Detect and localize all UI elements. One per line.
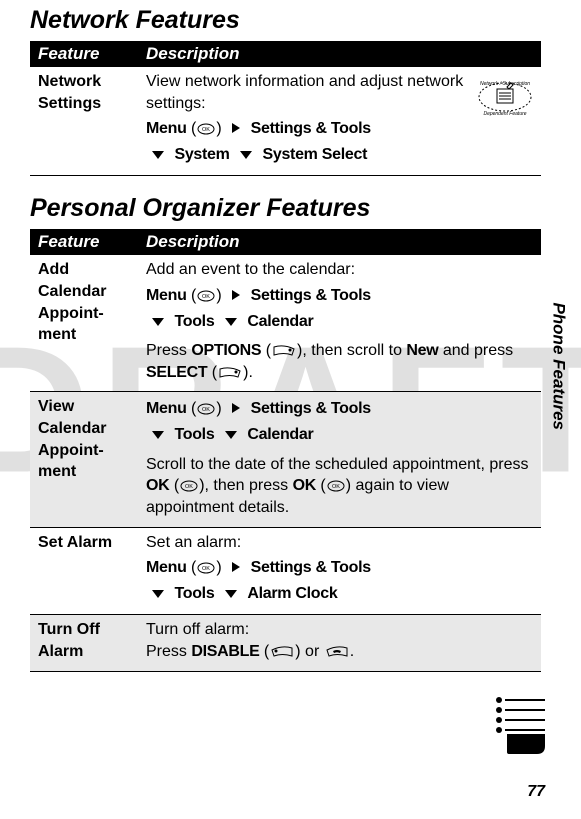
organizer-features-table: Feature Description Add Calendar Appoint…: [30, 229, 541, 671]
arrow-down-icon: [240, 142, 252, 168]
svg-text:OK: OK: [332, 484, 340, 490]
table-row: Network Settings Network / Subscription …: [30, 67, 541, 176]
ok-key-icon: OK: [197, 562, 215, 574]
arrow-down-icon: [225, 309, 237, 335]
feature-description: Menu (OK) Settings & Tools Tools Calenda…: [138, 392, 541, 527]
nav-step: Calendar: [247, 313, 313, 330]
feature-description: Turn off alarm: Press DISABLE () or .: [138, 615, 541, 671]
nav-path: Menu (OK) Settings & Tools Tools Alarm C…: [146, 555, 533, 606]
col-description: Description: [138, 41, 541, 67]
feature-description: Network / Subscription Dependent Feature…: [138, 67, 541, 176]
nav-path: Menu (OK) Settings & Tools System System…: [146, 116, 533, 167]
intro-text: Turn off alarm:: [146, 621, 249, 638]
menu-label: Menu: [146, 287, 187, 304]
menu-label: Menu: [146, 120, 187, 137]
network-features-table: Feature Description Network Settings Net…: [30, 41, 541, 176]
intro-text: View network information and adjust netw…: [146, 73, 463, 112]
nav-path: Menu (OK) Settings & Tools Tools Calenda…: [146, 283, 533, 334]
feature-description: Set an alarm: Menu (OK) Settings & Tools…: [138, 527, 541, 615]
section-title-network: Network Features: [30, 6, 541, 35]
arrow-down-icon: [152, 309, 164, 335]
instruction-text: Scroll to the date of the scheduled appo…: [146, 454, 533, 519]
col-feature: Feature: [30, 229, 138, 255]
svg-text:OK: OK: [185, 484, 193, 490]
feature-name: Network Settings: [30, 67, 138, 176]
menu-label: Menu: [146, 401, 187, 418]
phone-thumb-tab-icon: [487, 690, 547, 759]
page-number: 77: [527, 783, 545, 801]
intro-text: Set an alarm:: [146, 534, 241, 551]
svg-text:Network / Subscription: Network / Subscription: [480, 81, 530, 87]
table-row: Set Alarm Set an alarm: Menu (OK) Settin…: [30, 527, 541, 615]
arrow-down-icon: [152, 142, 164, 168]
instruction-text: Press DISABLE () or .: [146, 643, 354, 660]
menu-label: Menu: [146, 559, 187, 576]
network-subscription-badge-icon: Network / Subscription Dependent Feature: [477, 73, 533, 128]
arrow-down-icon: [152, 422, 164, 448]
instruction-text: Press OPTIONS (), then scroll to New and…: [146, 340, 533, 383]
nav-step: Alarm Clock: [247, 585, 337, 602]
nav-path: Menu (OK) Settings & Tools Tools Calenda…: [146, 396, 533, 447]
right-softkey-icon: [218, 367, 242, 379]
page-content: Network Features Feature Description Net…: [0, 0, 581, 672]
nav-step: Settings & Tools: [251, 559, 371, 576]
ok-key-icon: OK: [197, 403, 215, 415]
svg-text:OK: OK: [202, 407, 210, 413]
left-softkey-icon: [270, 646, 294, 658]
nav-step: Tools: [174, 426, 214, 443]
feature-name: Add Calendar Appoint-ment: [30, 255, 138, 392]
feature-name: View Calendar Appoint-ment: [30, 392, 138, 527]
ok-key-icon: OK: [327, 480, 345, 492]
ok-key-icon: OK: [197, 290, 215, 302]
arrow-right-icon: [232, 116, 240, 142]
table-row: Turn Off Alarm Turn off alarm: Press DIS…: [30, 615, 541, 671]
arrow-down-icon: [152, 581, 164, 607]
nav-step: System: [174, 146, 229, 163]
col-description: Description: [138, 229, 541, 255]
section-title-organizer: Personal Organizer Features: [30, 194, 541, 223]
feature-description: Add an event to the calendar: Menu (OK) …: [138, 255, 541, 392]
arrow-right-icon: [232, 555, 240, 581]
ok-key-icon: OK: [197, 123, 215, 135]
end-key-icon: [325, 646, 349, 658]
feature-name: Set Alarm: [30, 527, 138, 615]
table-row: View Calendar Appoint-ment Menu (OK) Set…: [30, 392, 541, 527]
svg-text:OK: OK: [202, 294, 210, 300]
arrow-right-icon: [232, 396, 240, 422]
svg-text:Dependent Feature: Dependent Feature: [483, 111, 526, 117]
feature-name: Turn Off Alarm: [30, 615, 138, 671]
nav-step: Calendar: [247, 426, 313, 443]
arrow-down-icon: [225, 581, 237, 607]
nav-step: Settings & Tools: [251, 287, 371, 304]
nav-step: Settings & Tools: [251, 401, 371, 418]
ok-key-icon: OK: [180, 480, 198, 492]
nav-step: Settings & Tools: [251, 120, 371, 137]
table-row: Add Calendar Appoint-ment Add an event t…: [30, 255, 541, 392]
nav-step: Tools: [174, 585, 214, 602]
svg-text:OK: OK: [202, 127, 210, 133]
arrow-right-icon: [232, 283, 240, 309]
nav-step: Tools: [174, 313, 214, 330]
arrow-down-icon: [225, 422, 237, 448]
right-softkey-icon: [272, 345, 296, 357]
nav-step: System Select: [262, 146, 367, 163]
col-feature: Feature: [30, 41, 138, 67]
intro-text: Add an event to the calendar:: [146, 261, 355, 278]
svg-text:OK: OK: [202, 566, 210, 572]
